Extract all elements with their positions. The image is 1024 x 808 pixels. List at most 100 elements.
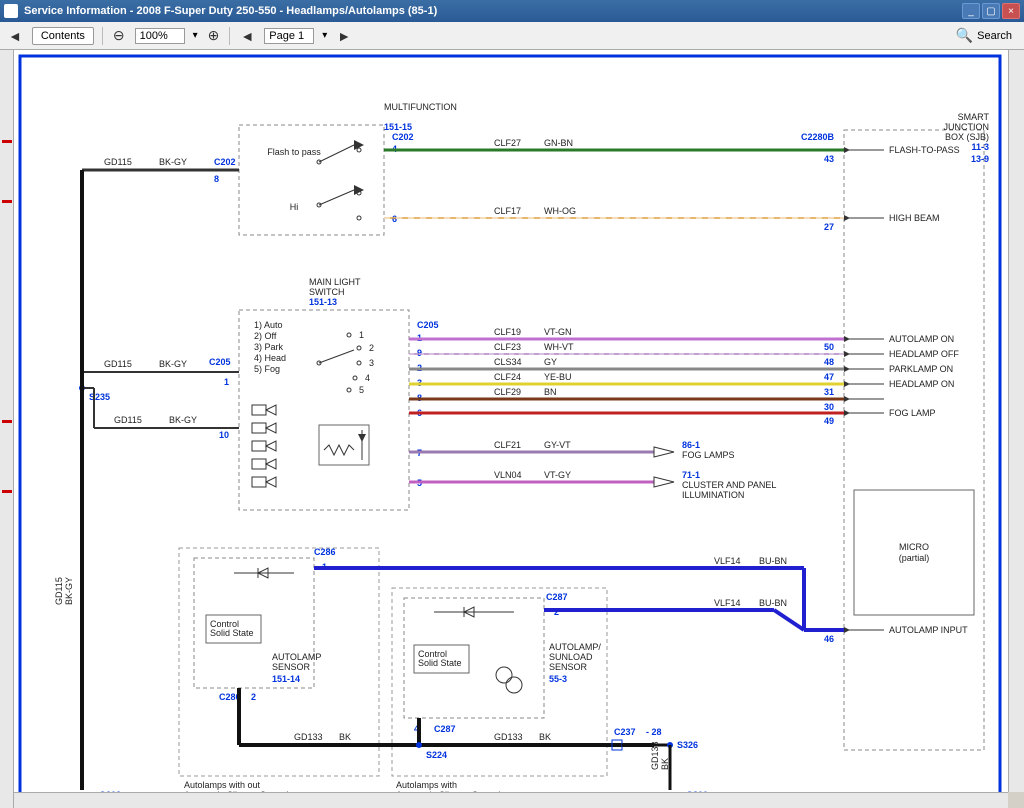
svg-text:55-3: 55-3	[549, 674, 567, 684]
app-icon	[4, 4, 18, 18]
left-ruler	[0, 50, 14, 808]
minimize-button[interactable]: _	[962, 3, 980, 19]
search-icon: 🔍	[956, 27, 973, 44]
svg-text:GD115: GD115	[104, 157, 132, 167]
svg-text:VT-GN: VT-GN	[544, 327, 572, 337]
svg-text:C237: C237	[614, 727, 636, 737]
svg-text:C287: C287	[434, 724, 456, 734]
zoom-field[interactable]: 100%	[135, 28, 185, 44]
svg-text:4: 4	[365, 373, 370, 383]
svg-text:BK-GY: BK-GY	[64, 577, 74, 605]
scrollbar-corner	[1008, 792, 1024, 808]
vertical-scrollbar[interactable]	[1008, 50, 1024, 792]
svg-text:3) Park: 3) Park	[254, 342, 284, 352]
svg-text:1: 1	[359, 330, 364, 340]
svg-text:S235: S235	[89, 392, 110, 402]
svg-text:GD115: GD115	[104, 359, 132, 369]
svg-text:BK-GY: BK-GY	[169, 415, 197, 425]
wiring-diagram: MULTIFUNCTION 151-15 Flash to pass Hi C2…	[14, 50, 1024, 808]
svg-text:CLF29: CLF29	[494, 387, 521, 397]
svg-text:C287: C287	[546, 592, 568, 602]
search-button[interactable]: 🔍 Search	[950, 25, 1018, 46]
svg-text:CLF21: CLF21	[494, 440, 521, 450]
svg-text:PARKLAMP ON: PARKLAMP ON	[889, 364, 953, 374]
svg-text:4) Head: 4) Head	[254, 353, 286, 363]
svg-text:C205: C205	[417, 320, 439, 330]
svg-text:3: 3	[369, 358, 374, 368]
svg-text:48: 48	[824, 357, 834, 367]
svg-text:HEADLAMP OFF: HEADLAMP OFF	[889, 349, 959, 359]
svg-text:49: 49	[824, 416, 834, 426]
chevron-down-icon[interactable]: ▾	[193, 30, 198, 41]
svg-text:1: 1	[224, 377, 229, 387]
svg-text:151-13: 151-13	[309, 297, 337, 307]
svg-text:BU-BN: BU-BN	[759, 556, 787, 566]
svg-text:1) Auto: 1) Auto	[254, 320, 283, 330]
svg-text:GY-VT: GY-VT	[544, 440, 571, 450]
svg-text:BK-GY: BK-GY	[159, 359, 187, 369]
svg-text:8: 8	[214, 174, 219, 184]
main-area: MULTIFUNCTION 151-15 Flash to pass Hi C2…	[0, 50, 1024, 808]
svg-text:CLF24: CLF24	[494, 372, 521, 382]
svg-text:CLF27: CLF27	[494, 138, 521, 148]
svg-text:WH-OG: WH-OG	[544, 206, 576, 216]
svg-text:HEADLAMP ON: HEADLAMP ON	[889, 379, 954, 389]
horizontal-scrollbar[interactable]	[14, 792, 1008, 808]
contents-button[interactable]: Contents	[32, 27, 94, 45]
svg-text:SMARTJUNCTIONBOX (SJB): SMARTJUNCTIONBOX (SJB)	[944, 112, 990, 142]
svg-text:6: 6	[392, 214, 397, 224]
toolbar: ◄ Contents ⊖ 100% ▾ ⊕ ◄ Page 1 ▾ ► 🔍 Sea…	[0, 22, 1024, 50]
svg-text:BK: BK	[339, 732, 351, 742]
chevron-down-icon[interactable]: ▾	[322, 30, 327, 41]
next-page-icon[interactable]: ►	[335, 26, 353, 46]
title-bar: Service Information - 2008 F-Super Duty …	[0, 0, 1024, 22]
svg-text:BK-GY: BK-GY	[159, 157, 187, 167]
svg-text:C202: C202	[392, 132, 414, 142]
svg-text:- 28: - 28	[646, 727, 662, 737]
page-field[interactable]: Page 1	[264, 28, 314, 44]
svg-text:MULTIFUNCTION: MULTIFUNCTION	[384, 102, 457, 112]
svg-text:46: 46	[824, 634, 834, 644]
close-button[interactable]: ×	[1002, 3, 1020, 19]
maximize-button[interactable]: ▢	[982, 3, 1000, 19]
svg-text:71-1: 71-1	[682, 470, 700, 480]
svg-text:FOG LAMPS: FOG LAMPS	[682, 450, 735, 460]
svg-text:AUTOLAMP INPUT: AUTOLAMP INPUT	[889, 625, 968, 635]
svg-text:C286: C286	[314, 547, 336, 557]
svg-text:GD115: GD115	[114, 415, 142, 425]
svg-text:9: 9	[417, 348, 422, 358]
svg-text:Hi: Hi	[290, 202, 299, 212]
diagram-canvas[interactable]: MULTIFUNCTION 151-15 Flash to pass Hi C2…	[14, 50, 1024, 808]
svg-text:47: 47	[824, 372, 834, 382]
svg-text:2) Off: 2) Off	[254, 331, 277, 341]
svg-text:GD133: GD133	[294, 732, 323, 742]
svg-text:ControlSolid State: ControlSolid State	[418, 649, 462, 668]
window-title: Service Information - 2008 F-Super Duty …	[24, 5, 437, 17]
svg-text:VLF14: VLF14	[714, 598, 741, 608]
svg-text:CLS34: CLS34	[494, 357, 522, 367]
zoom-out-icon[interactable]: ⊖	[111, 25, 127, 46]
svg-text:C202: C202	[214, 157, 236, 167]
zoom-in-icon[interactable]: ⊕	[206, 25, 222, 46]
svg-text:VLN04: VLN04	[494, 470, 522, 480]
svg-text:30: 30	[824, 402, 834, 412]
svg-text:MICRO(partial): MICRO(partial)	[899, 542, 930, 563]
svg-text:WH-VT: WH-VT	[544, 342, 574, 352]
svg-text:FOG LAMP: FOG LAMP	[889, 408, 936, 418]
svg-text:S326: S326	[677, 740, 698, 750]
svg-text:BN: BN	[544, 387, 557, 397]
svg-text:GD133: GD133	[494, 732, 523, 742]
svg-text:BU-BN: BU-BN	[759, 598, 787, 608]
prev-page-icon[interactable]: ◄	[238, 26, 256, 46]
svg-text:11-3: 11-3	[971, 142, 989, 152]
svg-text:GY: GY	[544, 357, 557, 367]
svg-text:43: 43	[824, 154, 834, 164]
svg-text:2: 2	[251, 692, 256, 702]
svg-text:CLF23: CLF23	[494, 342, 521, 352]
svg-text:CLUSTER AND PANELILLUMINATION: CLUSTER AND PANELILLUMINATION	[682, 480, 776, 500]
window-buttons: _ ▢ ×	[962, 3, 1020, 19]
back-icon[interactable]: ◄	[6, 26, 24, 46]
svg-text:YE-BU: YE-BU	[544, 372, 572, 382]
svg-text:BK: BK	[660, 758, 670, 770]
svg-text:GN-BN: GN-BN	[544, 138, 573, 148]
